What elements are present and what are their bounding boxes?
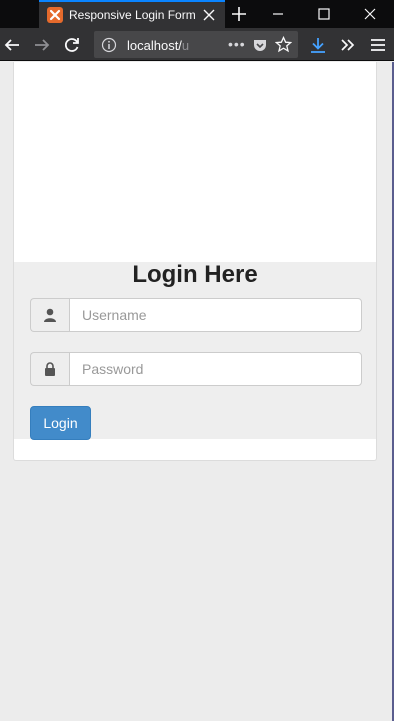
minimize-icon[interactable]: [268, 4, 288, 24]
username-group: [30, 298, 362, 332]
overflow-chevron-icon[interactable]: [338, 35, 358, 55]
page-viewport: Login Here Lo: [0, 62, 394, 721]
forward-arrow-icon[interactable]: [32, 35, 52, 55]
url-path: u: [181, 38, 190, 53]
hamburger-menu-icon[interactable]: [368, 35, 388, 55]
url-host: localhost/: [127, 38, 182, 53]
close-tab-icon[interactable]: [202, 8, 216, 22]
page-actions-more-icon[interactable]: •••: [228, 36, 246, 52]
login-form: Login Here Lo: [14, 261, 376, 440]
login-heading: Login Here: [132, 261, 258, 288]
login-button[interactable]: Login: [30, 406, 91, 440]
close-window-icon[interactable]: [360, 4, 380, 24]
url-text[interactable]: localhost/u: [127, 38, 189, 53]
bookmark-star-icon[interactable]: [275, 36, 292, 53]
nav-toolbar: localhost/u •••: [0, 28, 394, 61]
user-icon: [30, 298, 69, 332]
maximize-icon[interactable]: [314, 4, 334, 24]
downloads-icon[interactable]: [308, 35, 328, 55]
title-bar: Responsive Login Form: [0, 0, 394, 28]
xampp-favicon-icon: [47, 7, 63, 23]
pocket-icon[interactable]: [252, 37, 268, 53]
tab-title: Responsive Login Form: [69, 8, 195, 22]
info-icon[interactable]: [101, 37, 117, 53]
password-group: [30, 352, 362, 386]
login-card: Login Here Lo: [13, 62, 377, 461]
url-bar[interactable]: localhost/u •••: [94, 31, 298, 58]
back-arrow-icon[interactable]: [2, 35, 22, 55]
reload-icon[interactable]: [62, 35, 82, 55]
lock-icon: [30, 352, 69, 386]
new-tab-icon[interactable]: [230, 5, 248, 23]
browser-tab[interactable]: Responsive Login Form: [39, 0, 225, 28]
username-input[interactable]: [69, 298, 362, 332]
banner-image-area: [14, 62, 376, 262]
password-input[interactable]: [69, 352, 362, 386]
